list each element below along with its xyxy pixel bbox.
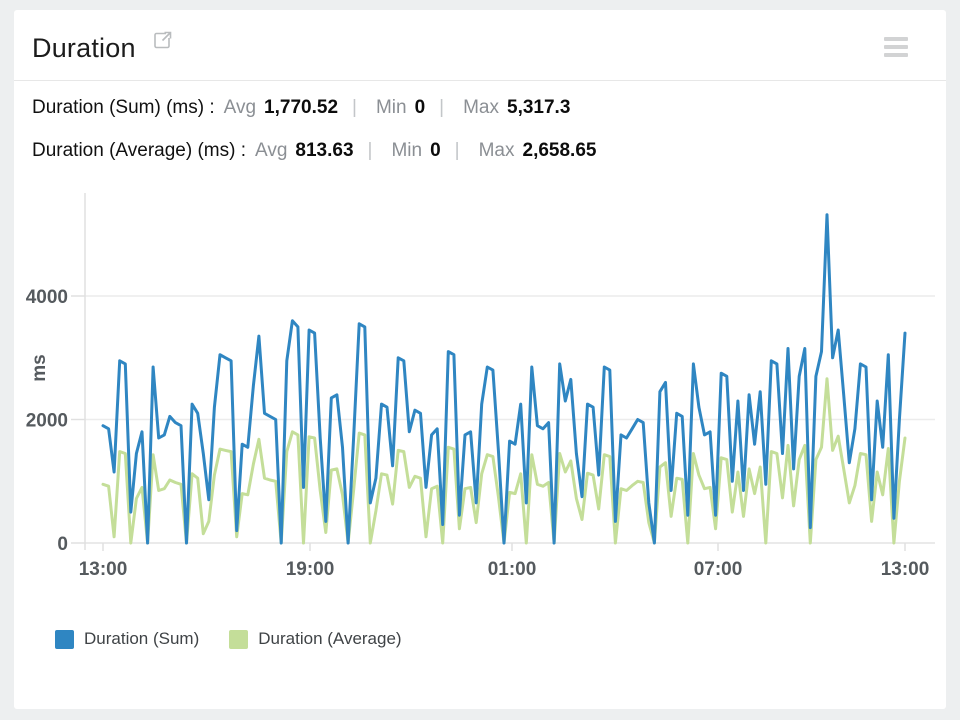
chart-area[interactable]: 0 2000 4000 13:00 19:00 01:00 07:00 13:00 ms bbox=[14, 183, 946, 583]
sum-stat-label: Duration (Sum) (ms) : bbox=[32, 97, 215, 119]
average-max-label: Max bbox=[479, 140, 515, 162]
separator: | bbox=[368, 140, 373, 162]
svg-text:07:00: 07:00 bbox=[694, 559, 743, 580]
average-stat-line: Duration (Average) (ms) : Avg 813.63 | M… bbox=[32, 140, 928, 162]
svg-text:0: 0 bbox=[57, 534, 68, 555]
separator: | bbox=[439, 97, 444, 119]
sum-max-label: Max bbox=[463, 97, 499, 119]
average-stat-label: Duration (Average) (ms) : bbox=[32, 140, 246, 162]
average-legend-swatch bbox=[229, 630, 248, 649]
sum-avg-label: Avg bbox=[224, 97, 256, 119]
svg-text:13:00: 13:00 bbox=[881, 559, 930, 580]
sum-min-value: 0 bbox=[415, 97, 426, 119]
svg-text:19:00: 19:00 bbox=[286, 559, 335, 580]
page-title: Duration bbox=[32, 33, 136, 64]
separator: | bbox=[455, 140, 460, 162]
average-avg-value: 813.63 bbox=[295, 140, 353, 162]
external-link-icon[interactable] bbox=[152, 30, 173, 51]
svg-text:13:00: 13:00 bbox=[79, 559, 128, 580]
chart-legend: Duration (Sum) Duration (Average) bbox=[55, 629, 946, 649]
sum-avg-value: 1,770.52 bbox=[264, 97, 338, 119]
sum-max-value: 5,317.3 bbox=[507, 97, 570, 119]
average-max-value: 2,658.65 bbox=[523, 140, 597, 162]
average-min-label: Min bbox=[391, 140, 422, 162]
sum-min-label: Min bbox=[376, 97, 407, 119]
svg-text:01:00: 01:00 bbox=[488, 559, 537, 580]
svg-text:4000: 4000 bbox=[26, 287, 68, 308]
widget-header: Duration bbox=[14, 10, 946, 81]
sum-legend-label: Duration (Sum) bbox=[84, 629, 199, 649]
duration-chart: 0 2000 4000 13:00 19:00 01:00 07:00 13:00 ms bbox=[14, 183, 946, 583]
summary-stats: Duration (Sum) (ms) : Avg 1,770.52 | Min… bbox=[14, 81, 946, 162]
legend-item-sum[interactable]: Duration (Sum) bbox=[55, 629, 199, 649]
svg-text:2000: 2000 bbox=[26, 411, 68, 432]
menu-icon[interactable] bbox=[884, 37, 908, 57]
duration-widget: Duration Duration (Sum) (ms) : Avg 1,770… bbox=[14, 10, 946, 709]
separator: | bbox=[352, 97, 357, 119]
sum-stat-line: Duration (Sum) (ms) : Avg 1,770.52 | Min… bbox=[32, 97, 928, 119]
average-legend-label: Duration (Average) bbox=[258, 629, 401, 649]
sum-legend-swatch bbox=[55, 630, 74, 649]
average-avg-label: Avg bbox=[255, 140, 287, 162]
legend-item-average[interactable]: Duration (Average) bbox=[229, 629, 401, 649]
svg-text:ms: ms bbox=[29, 354, 50, 381]
average-min-value: 0 bbox=[430, 140, 441, 162]
